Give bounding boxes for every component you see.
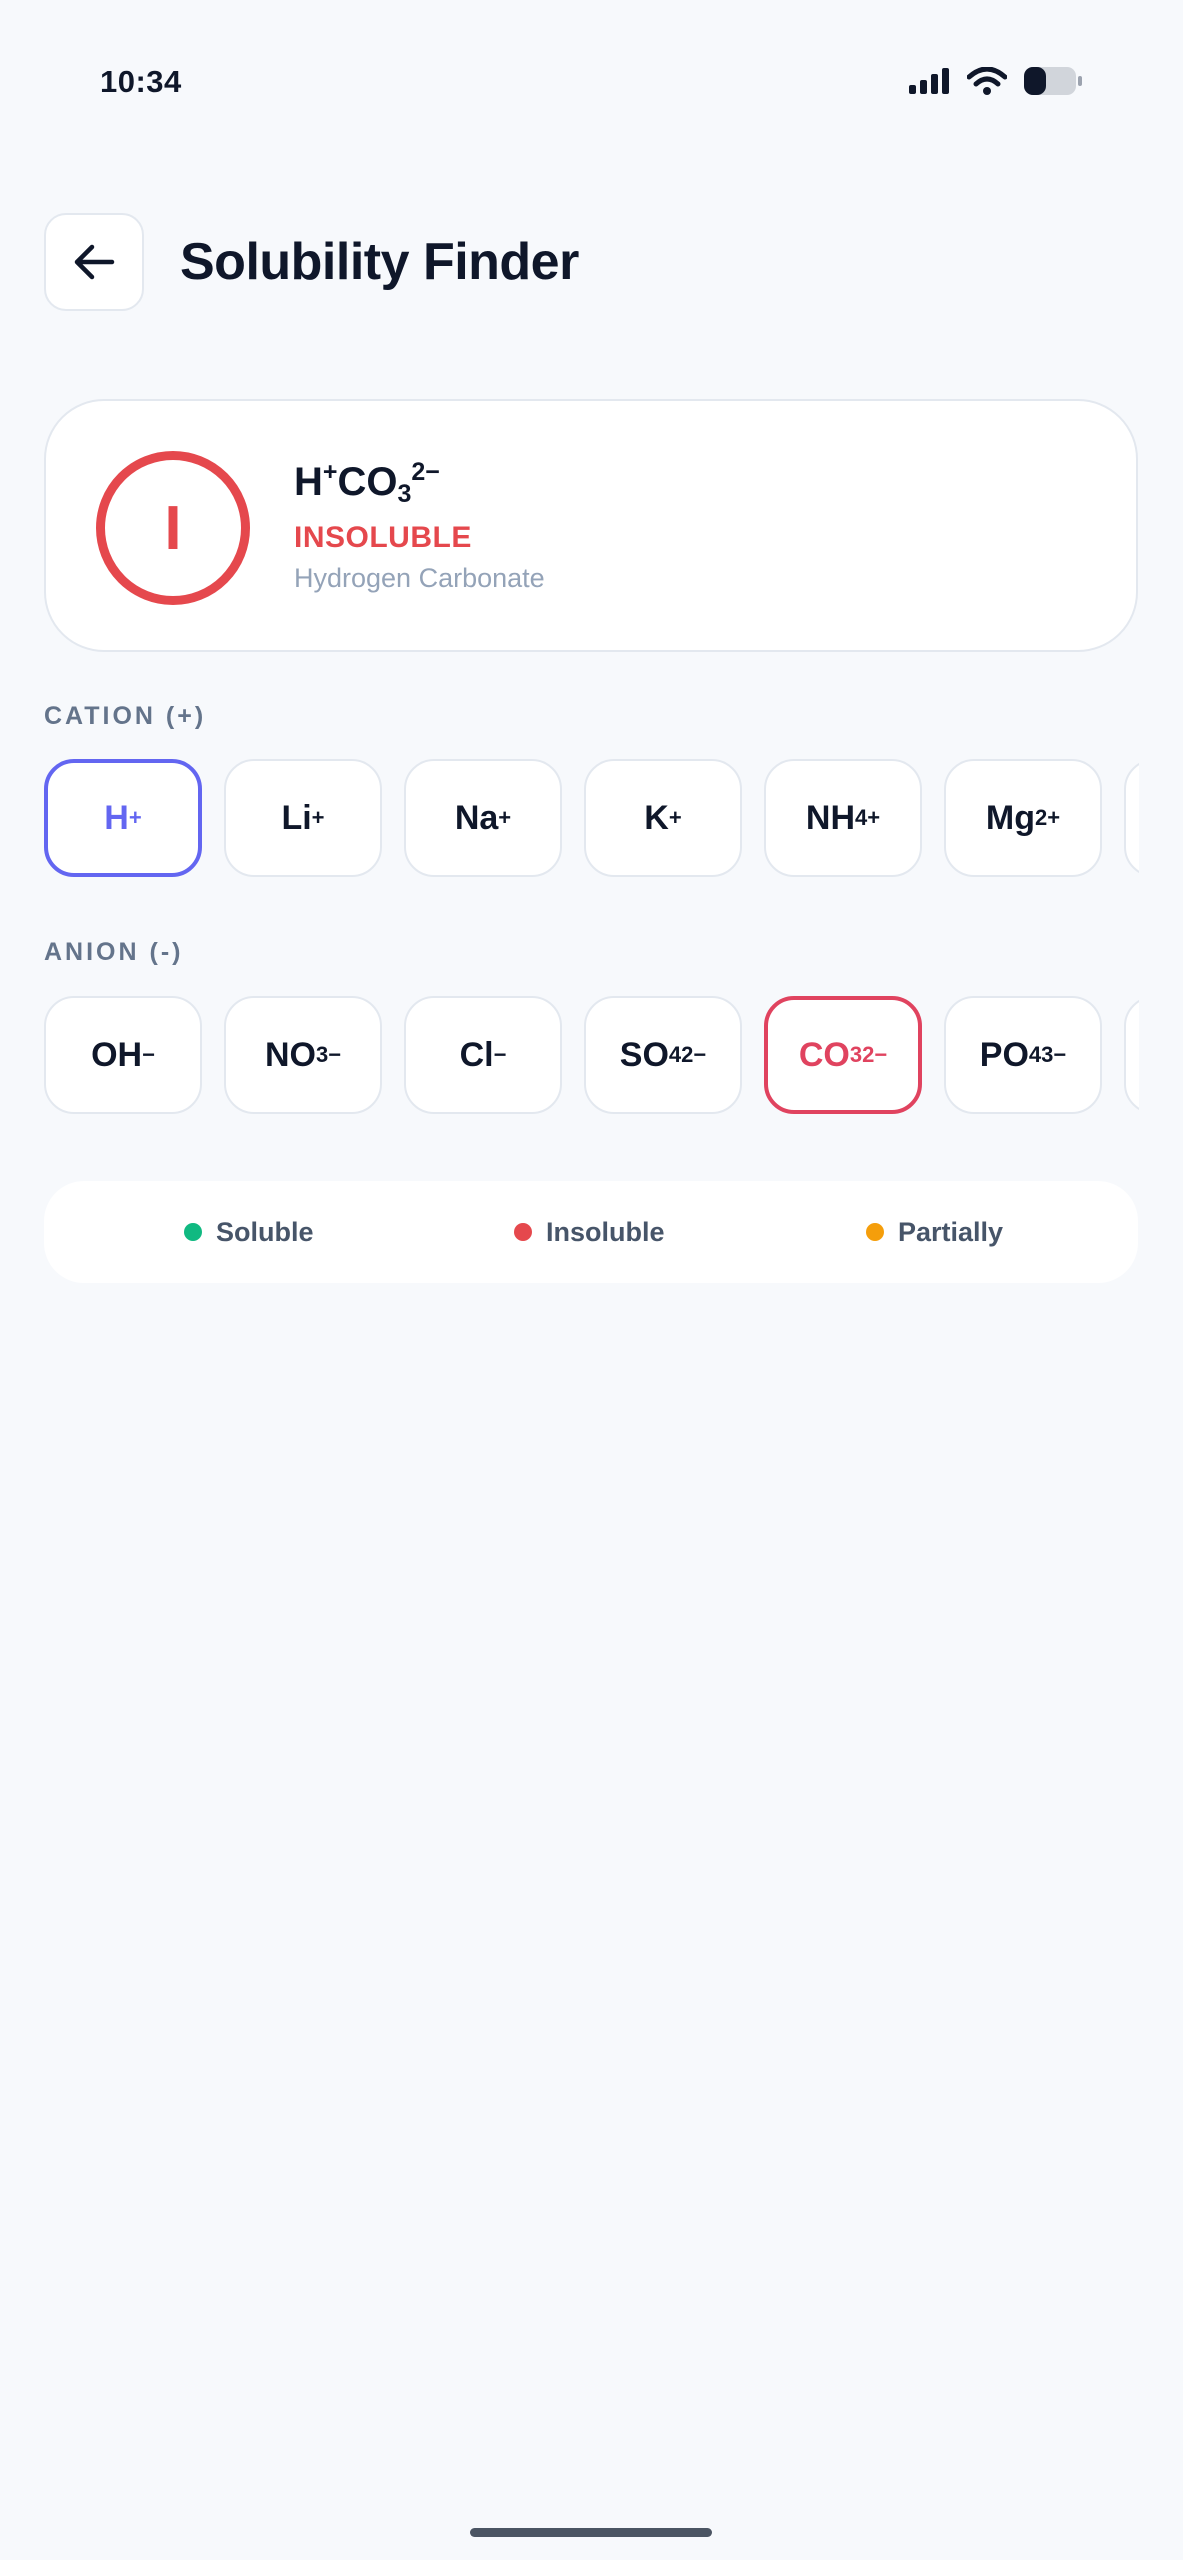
anion-chip[interactable]: Cl − — [404, 996, 562, 1114]
anion-chip-row[interactable]: OH − NO 3− Cl − SO 4 2− CO 3 2− PO 4 3− — [44, 996, 1139, 1118]
chip-base: Na — [454, 798, 499, 837]
chip-base: Cl — [459, 1035, 494, 1074]
chip-charge: + — [128, 805, 142, 830]
anion-section-label: ANION (-) — [44, 938, 184, 966]
legend-label: Insoluble — [546, 1216, 665, 1247]
chip-subscript: 4 — [1028, 1042, 1042, 1067]
chip-base: K — [644, 798, 669, 837]
compound-formula: H+CO32− — [294, 458, 545, 509]
formula-anion-subscript: 3 — [397, 480, 412, 508]
legend-dot-icon — [866, 1223, 884, 1241]
status-time: 10:34 — [100, 64, 182, 99]
compound-name: Hydrogen Carbonate — [294, 562, 545, 593]
wifi-icon — [967, 67, 1007, 95]
chip-charge: 3− — [1041, 1042, 1067, 1067]
chip-charge: − — [493, 1042, 507, 1067]
chip-subscript: 4 — [668, 1042, 682, 1067]
formula-anion-charge: 2− — [411, 458, 440, 486]
chip-charge: 2− — [681, 1042, 707, 1067]
chip-charge: + — [311, 805, 325, 830]
anion-chip[interactable]: NO 3− — [224, 996, 382, 1114]
legend-item-soluble: Soluble — [184, 1181, 314, 1283]
home-indicator — [470, 2528, 712, 2537]
legend-dot-icon — [514, 1223, 532, 1241]
solubility-legend: Soluble Insoluble Partially — [44, 1181, 1138, 1283]
formula-cation-base: H — [294, 460, 323, 504]
screen: 10:34 Solubility Finder I H+CO32− INSOLU… — [0, 0, 1183, 2560]
chip-subscript: 4 — [855, 805, 868, 830]
cation-chip[interactable]: Li + — [224, 759, 382, 877]
cation-section-label: CATION (+) — [44, 702, 207, 730]
anion-chip[interactable]: SO 4 2− — [584, 996, 742, 1114]
cation-chip[interactable] — [1124, 759, 1139, 877]
chip-base: PO — [979, 1035, 1029, 1074]
arrow-left-icon — [74, 244, 115, 280]
status-icons — [909, 66, 1083, 96]
chip-charge: 2− — [862, 1042, 888, 1067]
formula-cation-charge: + — [322, 458, 338, 486]
status-bar: 10:34 — [0, 0, 1183, 160]
chip-base: OH — [91, 1035, 143, 1074]
solubility-badge: I — [96, 451, 250, 605]
solubility-status: INSOLUBLE — [294, 520, 472, 554]
anion-chip[interactable]: OH − — [44, 996, 202, 1114]
chip-subscript: 3 — [849, 1042, 863, 1067]
page-title: Solubility Finder — [180, 233, 579, 291]
legend-item-insoluble: Insoluble — [514, 1181, 665, 1283]
chip-charge: − — [142, 1042, 155, 1067]
chip-charge: + — [498, 805, 512, 830]
chip-base: H — [104, 798, 129, 837]
result-card: I H+CO32− INSOLUBLE Hydrogen Carbonate — [44, 399, 1138, 652]
chip-charge: + — [867, 805, 881, 830]
legend-label: Soluble — [216, 1216, 314, 1247]
chip-base: NH — [805, 798, 855, 837]
chip-base: NO — [264, 1035, 316, 1074]
anion-chip[interactable]: PO 4 3− — [944, 996, 1102, 1114]
cation-chip-row[interactable]: H + Li + Na + K + NH 4 + Mg 2+ — [44, 759, 1139, 881]
chip-base: SO — [619, 1035, 669, 1074]
chip-base: Mg — [985, 798, 1035, 837]
chip-charge: − — [328, 1042, 342, 1067]
cation-chip[interactable]: Na + — [404, 759, 562, 877]
signal-icon — [909, 68, 949, 94]
chip-subscript: 3 — [315, 1042, 329, 1067]
header: Solubility Finder — [44, 213, 1139, 311]
cation-chip[interactable]: K + — [584, 759, 742, 877]
legend-dot-icon — [184, 1223, 202, 1241]
result-info: H+CO32− INSOLUBLE Hydrogen Carbonate — [294, 458, 545, 594]
cation-chip[interactable]: H + — [44, 759, 202, 877]
anion-chip[interactable] — [1124, 996, 1139, 1114]
chip-charge: + — [668, 805, 682, 830]
legend-item-partially: Partially — [866, 1181, 1003, 1283]
chip-charge: 2+ — [1035, 805, 1061, 830]
anion-chip[interactable]: CO 3 2− — [764, 996, 922, 1114]
back-button[interactable] — [44, 213, 144, 311]
chip-base: CO — [798, 1035, 850, 1074]
cation-chip[interactable]: NH 4 + — [764, 759, 922, 877]
legend-label: Partially — [898, 1216, 1004, 1247]
chip-base: Li — [281, 798, 312, 837]
battery-icon — [1024, 67, 1082, 95]
cation-chip[interactable]: Mg 2+ — [944, 759, 1102, 877]
formula-anion-base: CO — [337, 460, 398, 504]
